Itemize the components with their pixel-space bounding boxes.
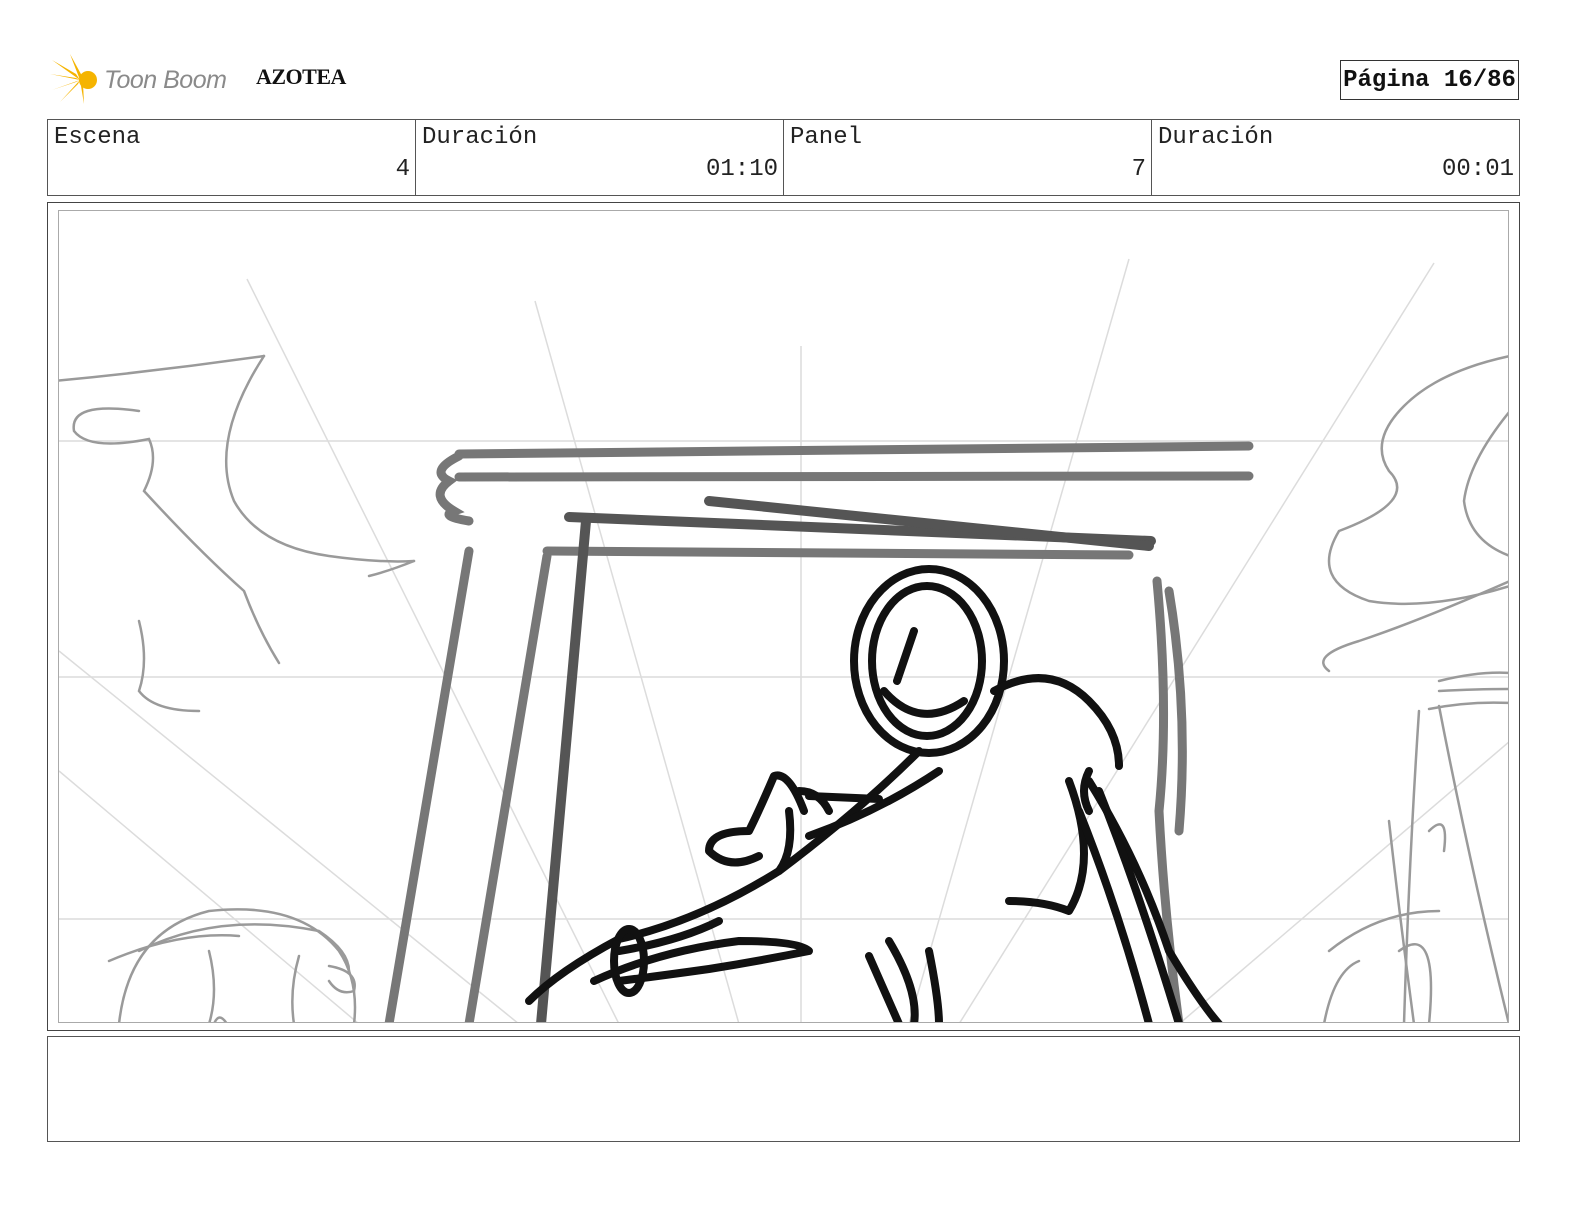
project-title: AZOTEA xyxy=(256,64,346,89)
foreground-figure xyxy=(107,908,357,1022)
background-clouds xyxy=(59,354,1508,1022)
panel-value: 7 xyxy=(1131,156,1146,183)
panel-duration-label: Duración xyxy=(1158,124,1274,151)
starburst-logo-icon xyxy=(50,54,97,104)
toon-boom-logo: Toon Boom xyxy=(50,52,240,108)
page-number: Página 16/86 xyxy=(1340,60,1519,100)
logo-text: Toon Boom xyxy=(104,66,227,94)
scene-duration-cell: Duración 01:10 xyxy=(416,120,784,195)
panel-cell: Panel 7 xyxy=(784,120,1152,195)
scene-cell: Escena 4 xyxy=(48,120,416,195)
scene-duration-value: 01:10 xyxy=(705,156,778,183)
dialogue-notes-box xyxy=(47,1036,1520,1142)
storyboard-panel xyxy=(47,202,1520,1031)
scene-duration-label: Duración xyxy=(422,124,538,151)
panel-label: Panel xyxy=(790,124,863,151)
panel-duration-value: 00:01 xyxy=(1441,156,1514,183)
panel-duration-cell: Duración 00:01 xyxy=(1152,120,1519,195)
storyboard-sketch xyxy=(59,258,1508,1022)
scene-label: Escena xyxy=(54,124,141,151)
perspective-guides xyxy=(59,258,1508,1022)
main-character xyxy=(525,565,1223,1022)
panel-image-area xyxy=(58,210,1509,1023)
scene-value: 4 xyxy=(395,156,410,183)
scene-info-table: Escena 4 Duración 01:10 Panel 7 Duración… xyxy=(47,119,1520,196)
